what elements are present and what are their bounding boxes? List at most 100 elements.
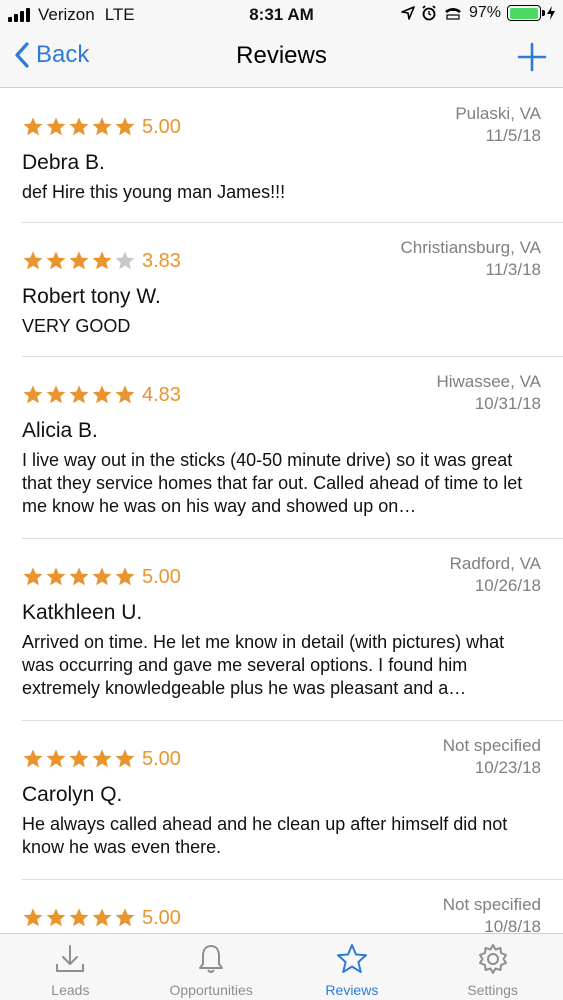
star-icon bbox=[115, 567, 135, 586]
stars bbox=[22, 250, 137, 272]
review-location: Radford, VA bbox=[449, 554, 541, 573]
review-comment: He always called ahead and he clean up a… bbox=[22, 814, 508, 857]
star-rating: 3.83 bbox=[22, 241, 181, 281]
star-icon bbox=[115, 251, 135, 270]
bell-icon bbox=[199, 945, 224, 973]
reviewer-name: Katkhleen U. bbox=[22, 601, 143, 624]
review-item[interactable]: 3.83 Christiansburg, VA 11/3/18 Robert tony… bbox=[22, 223, 563, 357]
review-location: Not specified bbox=[442, 736, 541, 755]
star-icon bbox=[115, 749, 135, 768]
status-bar: Verizon LTE 8:31 AM 97% bbox=[0, 0, 563, 30]
star-icon bbox=[46, 908, 66, 927]
review-location: Christiansburg, VA bbox=[400, 238, 541, 257]
star-icon bbox=[115, 385, 135, 404]
review-date: 10/23/18 bbox=[474, 758, 541, 777]
rating-value: 4.83 bbox=[142, 383, 181, 406]
stars bbox=[22, 566, 137, 588]
tty-icon bbox=[444, 8, 461, 20]
review-comment: Arrived on time. He let me know in detai… bbox=[22, 632, 505, 698]
star-icon bbox=[69, 908, 89, 927]
star-icon bbox=[23, 908, 43, 927]
review-meta: Hiwassee, VA 10/31/18 bbox=[436, 371, 541, 415]
gear-icon bbox=[478, 944, 507, 974]
star-icon bbox=[92, 251, 112, 270]
review-date: 11/5/18 bbox=[485, 126, 541, 145]
star-icon bbox=[46, 567, 66, 586]
tab-opportunities[interactable]: Opportunities bbox=[141, 934, 282, 1000]
review-date: 10/8/18 bbox=[484, 917, 541, 933]
review-location: Not specified bbox=[442, 895, 541, 914]
review-date: 11/3/18 bbox=[485, 260, 541, 279]
rating-value: 5.00 bbox=[142, 906, 181, 929]
star-icon bbox=[46, 385, 66, 404]
star-icon bbox=[23, 749, 43, 768]
rating-value: 5.00 bbox=[142, 565, 181, 588]
star-rating: 4.83 bbox=[22, 375, 181, 415]
review-header: 4.83 Hiwassee, VA 10/31/18 bbox=[22, 372, 541, 415]
review-meta: Christiansburg, VA 11/3/18 bbox=[401, 237, 541, 281]
tab-settings[interactable]: Settings bbox=[422, 934, 563, 1000]
review-comment: I live way out in the sticks (40-50 minu… bbox=[22, 450, 523, 516]
review-meta: Radford, VA 10/26/18 bbox=[450, 553, 541, 597]
stars bbox=[22, 748, 137, 770]
review-list[interactable]: 5.00 Pulaski, VA 11/5/18 Debra B. def Hire t… bbox=[0, 89, 563, 933]
star-icon bbox=[336, 944, 367, 973]
status-icons: 97% bbox=[401, 4, 555, 22]
review-header: 5.00 Not specified 10/8/18 bbox=[22, 895, 541, 933]
review-item[interactable]: 4.83 Hiwassee, VA 10/31/18 Alicia B. I live … bbox=[22, 357, 563, 539]
tab-reviews[interactable]: Reviews bbox=[282, 934, 423, 1000]
rating-value: 5.00 bbox=[142, 747, 181, 770]
review-item[interactable]: 5.00 Pulaski, VA 11/5/18 Debra B. def Hire t… bbox=[22, 89, 563, 223]
navigation-bar: Back Reviews bbox=[0, 30, 563, 88]
alarm-icon bbox=[422, 5, 436, 21]
review-meta: Not specified 10/8/18 bbox=[443, 894, 541, 933]
reviewer-name: Debra B. bbox=[22, 151, 105, 174]
tab-leads[interactable]: Leads bbox=[0, 934, 141, 1000]
review-location: Hiwassee, VA bbox=[436, 372, 541, 391]
back-button[interactable]: Back bbox=[14, 41, 89, 69]
tab-bar: Leads Opportunities Reviews Settings bbox=[0, 933, 563, 1000]
review-comment: def Hire this young man James!!! bbox=[22, 182, 286, 202]
battery-level bbox=[509, 7, 538, 19]
star-rating: 5.00 bbox=[22, 739, 181, 779]
review-item[interactable]: 5.00 Not specified 10/23/18 Carolyn Q. He al… bbox=[22, 721, 563, 880]
rating-value: 3.83 bbox=[142, 249, 181, 272]
signal-icon bbox=[8, 8, 32, 22]
reviewer-name: Robert tony W. bbox=[22, 285, 161, 308]
tab-label: Reviews bbox=[325, 982, 379, 998]
battery-percent: 97% bbox=[468, 4, 501, 21]
review-item[interactable]: 5.00 Radford, VA 10/26/18 Katkhleen U. Arriv… bbox=[22, 539, 563, 721]
network-type: LTE bbox=[104, 5, 135, 24]
star-icon bbox=[92, 117, 112, 136]
star-icon bbox=[23, 251, 43, 270]
location-arrow-icon bbox=[401, 6, 415, 20]
star-icon bbox=[23, 385, 43, 404]
plus-icon[interactable] bbox=[515, 40, 549, 74]
review-header: 5.00 Not specified 10/23/18 bbox=[22, 736, 541, 779]
review-meta: Not specified 10/23/18 bbox=[443, 735, 541, 779]
stars bbox=[22, 116, 137, 138]
stars bbox=[22, 384, 137, 406]
battery-icon bbox=[507, 5, 545, 21]
star-icon bbox=[69, 749, 89, 768]
carrier-name: Verizon bbox=[38, 5, 95, 24]
download-icon bbox=[56, 945, 85, 972]
review-item[interactable]: 5.00Not specified10/8/18Cameron B. bbox=[22, 880, 563, 933]
charging-bolt-icon bbox=[547, 6, 555, 20]
tab-label: Leads bbox=[51, 982, 90, 998]
back-label: Back bbox=[36, 41, 90, 68]
star-rating: 5.00 bbox=[22, 557, 181, 597]
stars bbox=[22, 907, 137, 929]
star-rating: 5.00 bbox=[22, 107, 181, 147]
star-icon bbox=[69, 567, 89, 586]
star-icon bbox=[115, 908, 135, 927]
star-icon bbox=[23, 117, 43, 136]
reviewer-name: Alicia B. bbox=[22, 419, 98, 442]
star-icon bbox=[69, 251, 89, 270]
star-icon bbox=[69, 117, 89, 136]
review-date: 10/31/18 bbox=[474, 394, 541, 413]
reviewer-name: Carolyn Q. bbox=[22, 783, 123, 806]
tab-label: Opportunities bbox=[169, 982, 253, 998]
star-icon bbox=[46, 117, 66, 136]
review-header: 5.00 Radford, VA 10/26/18 bbox=[22, 554, 541, 597]
